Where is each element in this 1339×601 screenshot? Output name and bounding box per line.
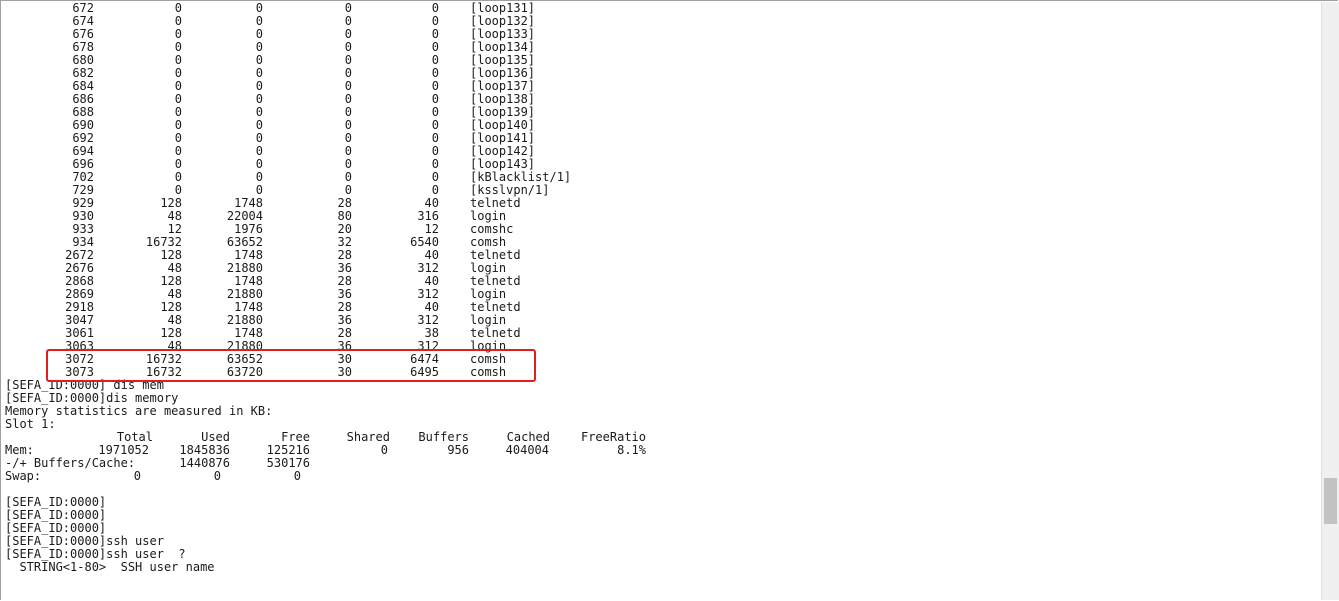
process-c2-cell: 0	[255, 105, 263, 119]
process-c4-cell: 0	[431, 79, 439, 93]
memory-value-cell: 8.1%	[617, 443, 646, 457]
process-c4-cell: 0	[431, 53, 439, 67]
process-c1-cell: 0	[174, 144, 182, 158]
process-c2-cell: 0	[255, 118, 263, 132]
process-c1-cell: 0	[174, 157, 182, 171]
process-c1-cell: 0	[174, 14, 182, 28]
terminal-output[interactable]: 672 0 0 0 0 [loop131] 674 0 0 0 0 [loop132] 676 0 0 0 0[…	[5, 2, 1315, 600]
memory-value-cell: 0	[380, 443, 388, 457]
process-c2-cell: 0	[255, 66, 263, 80]
process-c2-cell: 0	[255, 144, 263, 158]
process-c3-cell: 0	[344, 27, 352, 41]
process-c2-cell: 0	[255, 157, 263, 171]
process-c4-cell: 0	[431, 170, 439, 184]
process-c4-cell: 0	[431, 144, 439, 158]
process-c3-cell: 0	[344, 2, 352, 15]
memory-value-cell: 0	[213, 469, 221, 483]
console-line: STRING<1-80> SSH user name	[5, 560, 215, 574]
memory-value-cell: 404004	[505, 443, 549, 457]
highlight-box	[46, 349, 536, 382]
process-c2-cell: 0	[255, 79, 263, 93]
memory-row-label: Swap:	[5, 469, 42, 483]
memory-value-cell: 956	[447, 443, 469, 457]
process-c3-cell: 0	[344, 66, 352, 80]
process-c2-cell: 0	[255, 170, 263, 184]
process-c3-cell: 0	[344, 92, 352, 106]
console-line: Slot 1:	[5, 417, 56, 431]
process-c3-cell: 0	[344, 53, 352, 67]
vertical-scrollbar[interactable]	[1321, 2, 1339, 600]
process-c1-cell: 0	[174, 40, 182, 54]
process-c4-cell: 0	[431, 131, 439, 145]
process-c2-cell: 0	[255, 14, 263, 28]
process-c3-cell: 0	[344, 131, 352, 145]
process-c4-cell: 0	[431, 92, 439, 106]
process-c4-cell: 0	[431, 40, 439, 54]
process-c2-cell: 0	[255, 40, 263, 54]
process-c1-cell: 0	[174, 53, 182, 67]
process-c2-cell: 0	[255, 27, 263, 41]
memory-value-cell: 0	[133, 469, 141, 483]
process-c3-cell: 0	[344, 105, 352, 119]
process-c2-cell: 0	[255, 53, 263, 67]
process-c4-cell: 0	[431, 27, 439, 41]
process-c3-cell: 0	[344, 157, 352, 171]
process-c4-cell: 0	[431, 118, 439, 132]
scrollbar-thumb[interactable]	[1324, 478, 1337, 524]
process-c3-cell: 0	[344, 14, 352, 28]
process-c4-cell: 0	[431, 14, 439, 28]
process-c1-cell: 0	[174, 92, 182, 106]
process-c3-cell: 0	[344, 144, 352, 158]
memory-value-cell: 0	[293, 469, 301, 483]
process-c1-cell: 0	[174, 131, 182, 145]
process-c4-cell: 0	[431, 66, 439, 80]
process-c2-cell: 0	[255, 92, 263, 106]
process-c3-cell: 0	[344, 118, 352, 132]
process-c3-cell: 0	[344, 40, 352, 54]
process-c1-cell: 0	[174, 66, 182, 80]
process-c4-cell: 0	[431, 2, 439, 15]
process-c1-cell: 0	[174, 27, 182, 41]
process-c1-cell: 0	[174, 2, 182, 15]
process-c2-cell: 0	[255, 131, 263, 145]
process-c1-cell: 0	[174, 79, 182, 93]
memory-header-cell: Shared	[346, 430, 390, 444]
process-c1-cell: 0	[174, 105, 182, 119]
process-c1-cell: 0	[174, 118, 182, 132]
process-c4-cell: 0	[431, 157, 439, 171]
process-c1-cell: 0	[174, 170, 182, 184]
process-c2-cell: 0	[255, 2, 263, 15]
terminal-window: 672 0 0 0 0 [loop131] 674 0 0 0 0 [loop132] 676 0 0 0 0[…	[0, 0, 1339, 600]
process-c4-cell: 0	[431, 105, 439, 119]
process-c3-cell: 0	[344, 170, 352, 184]
process-c3-cell: 0	[344, 79, 352, 93]
